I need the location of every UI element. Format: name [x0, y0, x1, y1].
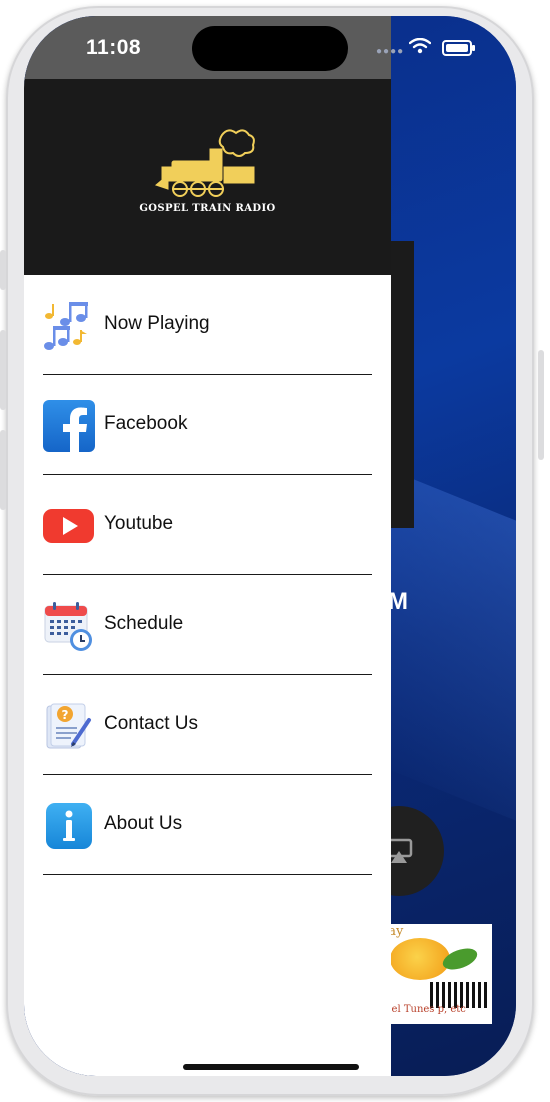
- drawer-menu: Now Playing Facebook Youtube Schedule ? …: [24, 275, 391, 875]
- station-name: GOSPEL TRAIN RADIO: [139, 203, 276, 214]
- contact-form-icon: ?: [46, 703, 91, 749]
- navigation-drawer: GOSPEL TRAIN RADIO Now Playing Facebook …: [24, 79, 391, 1076]
- cellular-signal-icon: ●●●●: [376, 46, 405, 57]
- dynamic-island: [192, 26, 348, 71]
- battery-icon: [442, 40, 475, 56]
- sponsor-ad[interactable]: ray spel Tunes p, etc: [380, 924, 492, 1024]
- volume-up-button: [0, 330, 6, 410]
- calendar-clock-icon: [44, 602, 92, 651]
- menu-item-about-us[interactable]: About Us: [24, 775, 391, 875]
- facebook-icon: [43, 400, 95, 452]
- train-logo-icon: [154, 129, 255, 197]
- menu-item-label: About Us: [104, 813, 183, 834]
- svg-text:?: ?: [62, 708, 69, 722]
- youtube-icon: [43, 509, 94, 543]
- music-notes-icon: [44, 302, 88, 350]
- menu-item-schedule[interactable]: Schedule: [24, 575, 391, 675]
- menu-item-label: Now Playing: [104, 313, 210, 334]
- menu-item-label: Contact Us: [104, 713, 198, 734]
- drawer-header: GOSPEL TRAIN RADIO: [24, 79, 391, 275]
- background-title-fragment: M: [388, 588, 408, 615]
- home-indicator[interactable]: [183, 1064, 359, 1070]
- menu-item-label: Youtube: [104, 513, 174, 534]
- divider: [43, 873, 372, 875]
- menu-item-contact-us[interactable]: ? Contact Us: [24, 675, 391, 775]
- screen: M ray spel Tunes p, etc 11:08 ●●●● GOSPE…: [24, 16, 516, 1076]
- menu-item-label: Facebook: [104, 413, 188, 434]
- info-icon: [46, 803, 92, 849]
- menu-item-facebook[interactable]: Facebook: [24, 375, 391, 475]
- status-bar: 11:08 ●●●●: [24, 16, 516, 79]
- menu-item-youtube[interactable]: Youtube: [24, 475, 391, 575]
- mute-switch: [0, 250, 6, 290]
- orange-image: [390, 938, 450, 980]
- menu-item-label: Schedule: [104, 613, 184, 634]
- status-time: 11:08: [86, 36, 142, 59]
- wifi-icon: [409, 38, 431, 54]
- ad-text-bottom: spel Tunes p, etc: [380, 1004, 466, 1015]
- volume-down-button: [0, 430, 6, 510]
- power-button: [538, 350, 544, 460]
- menu-item-now-playing[interactable]: Now Playing: [24, 275, 391, 375]
